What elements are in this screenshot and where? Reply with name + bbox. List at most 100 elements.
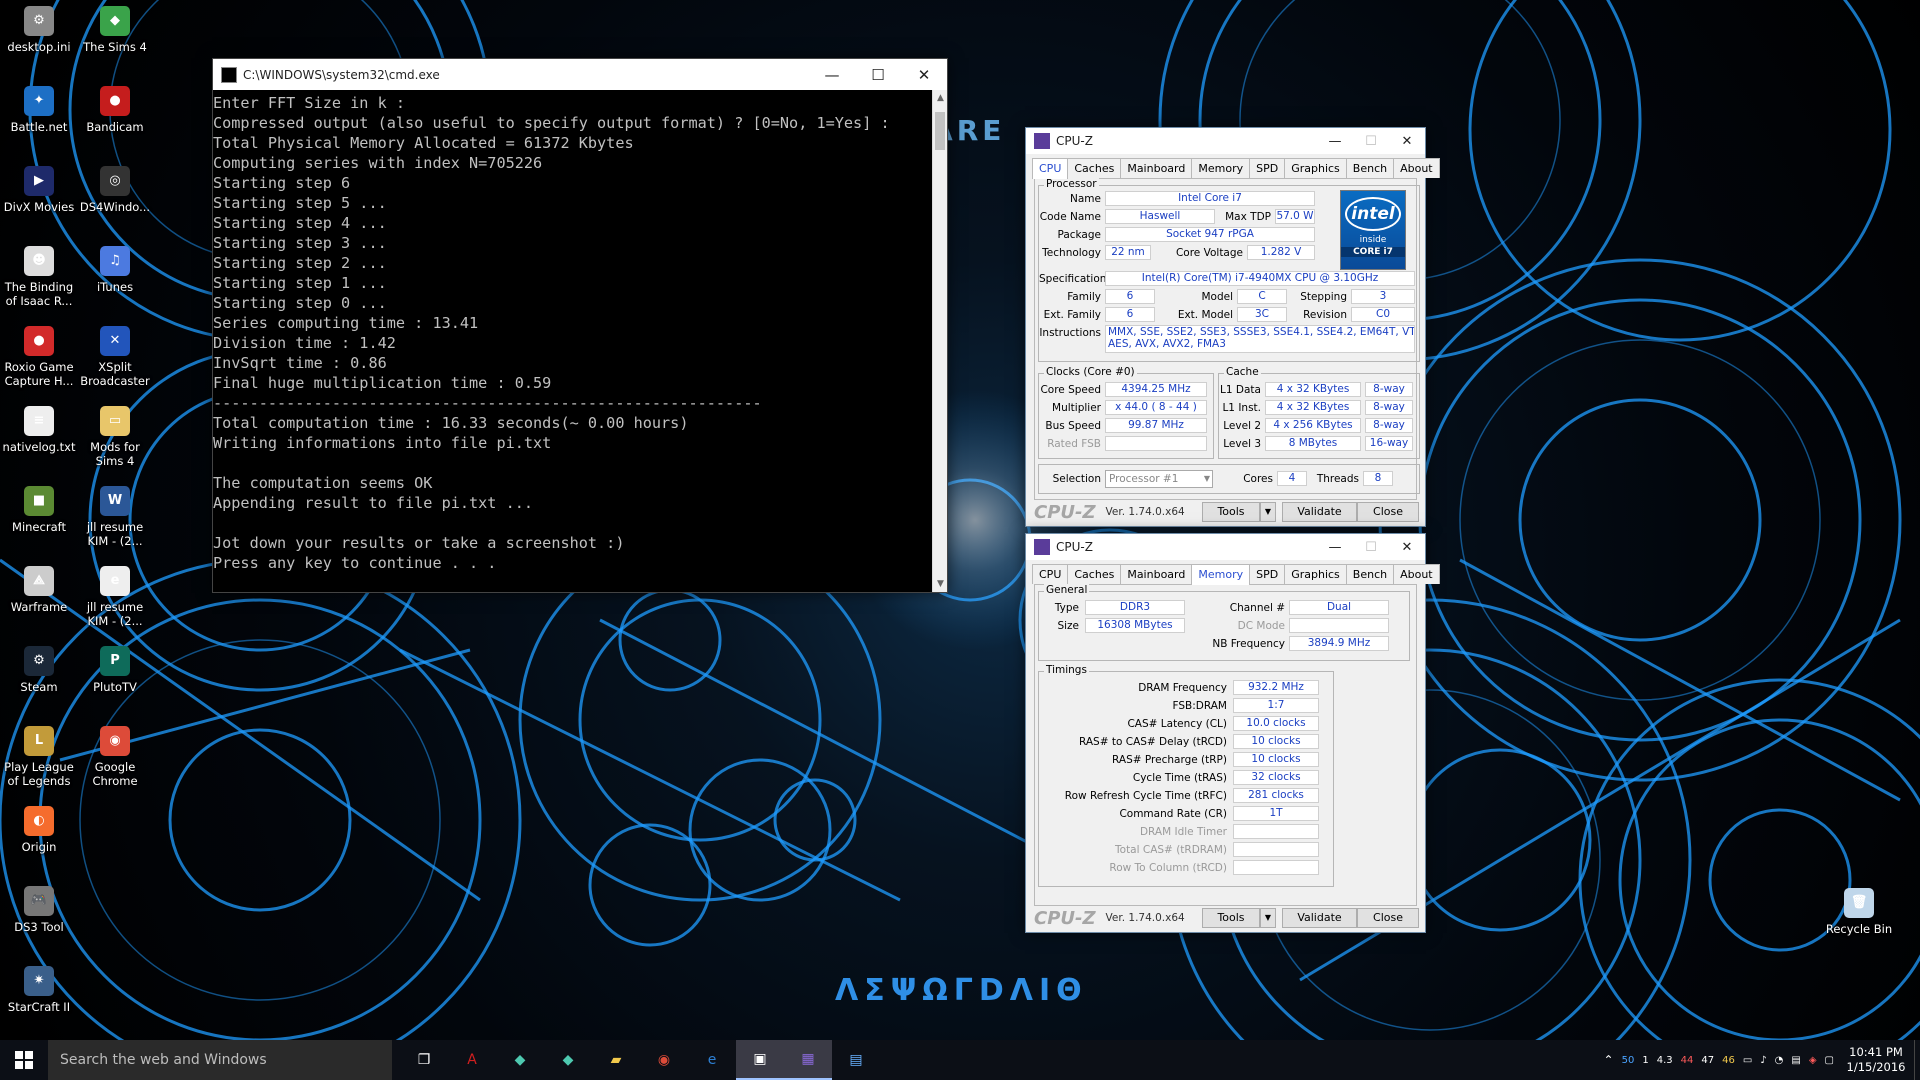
tab-cpu[interactable]: CPU [1032,158,1069,179]
tools-dropdown-icon[interactable]: ▼ [1260,908,1276,928]
desktop-icon[interactable]: P PlutoTV [78,646,152,694]
edge-icon[interactable]: e [688,1040,736,1080]
desktop-icon[interactable]: ◆ The Sims 4 [78,6,152,54]
battery-icon[interactable]: ▭ [1743,1055,1752,1066]
close-button[interactable]: Close [1357,502,1419,522]
desktop-icon[interactable]: ● Roxio Game Capture H... [2,326,76,388]
tab-about[interactable]: About [1393,158,1440,178]
dcmode-label: DC Mode [1237,620,1285,632]
chrome-icon[interactable]: ◉ [640,1040,688,1080]
close-icon[interactable]: ✕ [1389,534,1425,560]
minimize-icon[interactable]: — [1317,534,1353,560]
desktop-icon-label: Steam [20,680,58,694]
tab-bench[interactable]: Bench [1345,564,1395,584]
tab-graphics[interactable]: Graphics [1284,158,1347,178]
tab-caches[interactable]: Caches [1067,158,1122,178]
tray-value[interactable]: 44 [1681,1055,1694,1066]
maximize-icon[interactable]: ☐ [855,59,901,90]
shield-icon[interactable]: ◈ [1809,1055,1817,1066]
desktop-icon[interactable]: ☻ The Binding of Isaac R... [2,246,76,308]
tools-dropdown-icon[interactable]: ▼ [1260,502,1276,522]
desktop-icon[interactable]: ≡ nativelog.txt [2,406,76,454]
minimize-icon[interactable]: — [1317,128,1353,154]
taskbar-clock[interactable]: 10:41 PM 1/15/2016 [1838,1045,1914,1075]
desktop-icon[interactable]: ✕ XSplit Broadcaster [78,326,152,388]
desktop-icon[interactable]: ▶ DivX Movies [2,166,76,214]
tab-spd[interactable]: SPD [1249,158,1286,178]
cmd-titlebar[interactable]: C:\WINDOWS\system32\cmd.exe — ☐ ✕ [213,59,947,90]
cpuz-cpu-window[interactable]: CPU-Z — ☐ ✕ CPU Caches Mainboard Memory SPD G… [1025,127,1440,527]
app-icon[interactable]: ◆ [496,1040,544,1080]
scrollbar-thumb[interactable] [935,112,945,150]
minimize-icon[interactable]: — [809,59,855,90]
tab-mainboard[interactable]: Mainboard [1120,158,1193,178]
tray-value[interactable]: 50 [1622,1055,1635,1066]
cmd-icon[interactable]: ▣ [736,1040,784,1080]
desktop-icon[interactable]: Wjll resume KIM - (2... [78,486,152,548]
desktop-icon[interactable]: ● Bandicam [78,86,152,134]
cpuz-titlebar[interactable]: CPU-Z — ☐ ✕ [1026,128,1425,154]
cpuz-memory-window[interactable]: CPU-Z — ☐ ✕ CPU Caches Mainboard Memory SPD G… [1025,533,1440,933]
tray-value[interactable]: 4.3 [1657,1055,1673,1066]
maximize-icon[interactable]: ☐ [1353,128,1389,154]
task-view-icon[interactable]: ❐ [400,1040,448,1080]
desktop-icon[interactable]: ◐ Origin [2,806,76,854]
action-center-icon[interactable]: ▤ [1791,1055,1800,1066]
desktop-icon[interactable]: e jll resume KIM - (2... [78,566,152,628]
desktop-icon[interactable]: ✦ Battle.net [2,86,76,134]
desktop-icon[interactable]: ⟁ Warframe [2,566,76,614]
tab-bench[interactable]: Bench [1345,158,1395,178]
desktop-icon[interactable]: ✷ StarCraft II [2,966,76,1014]
desktop-icon[interactable]: ⚙ desktop.ini [2,6,76,54]
close-button[interactable]: Close [1357,908,1419,928]
tab-spd[interactable]: SPD [1249,564,1286,584]
desktop-icon[interactable]: L Play League of Legends [2,726,76,788]
show-desktop-button[interactable] [1914,1040,1920,1080]
tab-about[interactable]: About [1393,564,1440,584]
tab-caches[interactable]: Caches [1067,564,1122,584]
scroll-up-icon[interactable]: ▲ [933,90,948,106]
file-explorer-icon[interactable]: ▰ [592,1040,640,1080]
volume-icon[interactable]: ♪ [1760,1055,1766,1066]
tab-mainboard[interactable]: Mainboard [1120,564,1193,584]
desktop-icon[interactable]: ♫ iTunes [78,246,152,294]
close-icon[interactable]: ✕ [901,59,947,90]
tab-cpu[interactable]: CPU [1032,564,1069,584]
processor-select[interactable]: Processor #1 ▼ [1105,470,1213,488]
tools-button[interactable]: Tools [1202,502,1260,522]
validate-button[interactable]: Validate [1282,908,1357,928]
desktop-icon[interactable]: ⚙ Steam [2,646,76,694]
tools-button[interactable]: Tools [1202,908,1260,928]
cmd-window[interactable]: C:\WINDOWS\system32\cmd.exe — ☐ ✕ Enter … [212,58,948,593]
tray-value[interactable]: 46 [1722,1055,1735,1066]
desktop-icon[interactable]: 🎮 DS3 Tool [2,886,76,934]
maximize-icon[interactable]: ☐ [1353,534,1389,560]
tab-memory[interactable]: Memory [1191,158,1251,178]
cpuz-titlebar[interactable]: CPU-Z — ☐ ✕ [1026,534,1425,560]
tray-value[interactable]: 1 [1642,1055,1648,1066]
corespeed-value: 4394.25 MHz [1105,382,1207,397]
tab-graphics[interactable]: Graphics [1284,564,1347,584]
svg-text:ΛΣΨΩΓDΛIΘ: ΛΣΨΩΓDΛIΘ [835,973,1088,1008]
app-icon[interactable]: ◆ [544,1040,592,1080]
tray-value[interactable]: 47 [1701,1055,1714,1066]
close-icon[interactable]: ✕ [1389,128,1425,154]
scroll-down-icon[interactable]: ▼ [933,576,948,592]
taskbar-search-input[interactable]: Search the web and Windows [48,1040,392,1080]
tab-memory[interactable]: Memory [1191,564,1251,585]
start-button[interactable] [0,1040,48,1080]
cmd-console-output[interactable]: Enter FFT Size in k : Compressed output (… [213,90,934,592]
notepad-icon[interactable]: ▤ [832,1040,880,1080]
message-icon[interactable]: ▢ [1825,1055,1834,1066]
acrobat-icon[interactable]: A [448,1040,496,1080]
desktop-icon[interactable]: ◎ DS4Windo... [78,166,152,214]
desktop-icon[interactable]: ◉ Google Chrome [78,726,152,788]
desktop-icon[interactable]: 🗑 Recycle Bin [1822,888,1896,936]
desktop-icon[interactable]: ▭ Mods for Sims 4 [78,406,152,468]
cmd-scrollbar[interactable]: ▲ ▼ [932,90,947,592]
chevron-up-icon[interactable]: ⌃ [1604,1053,1614,1067]
desktop-icon[interactable]: ■ Minecraft [2,486,76,534]
cpu-z-icon[interactable]: ▦ [784,1040,832,1080]
network-icon[interactable]: ◔ [1775,1055,1784,1066]
validate-button[interactable]: Validate [1282,502,1357,522]
